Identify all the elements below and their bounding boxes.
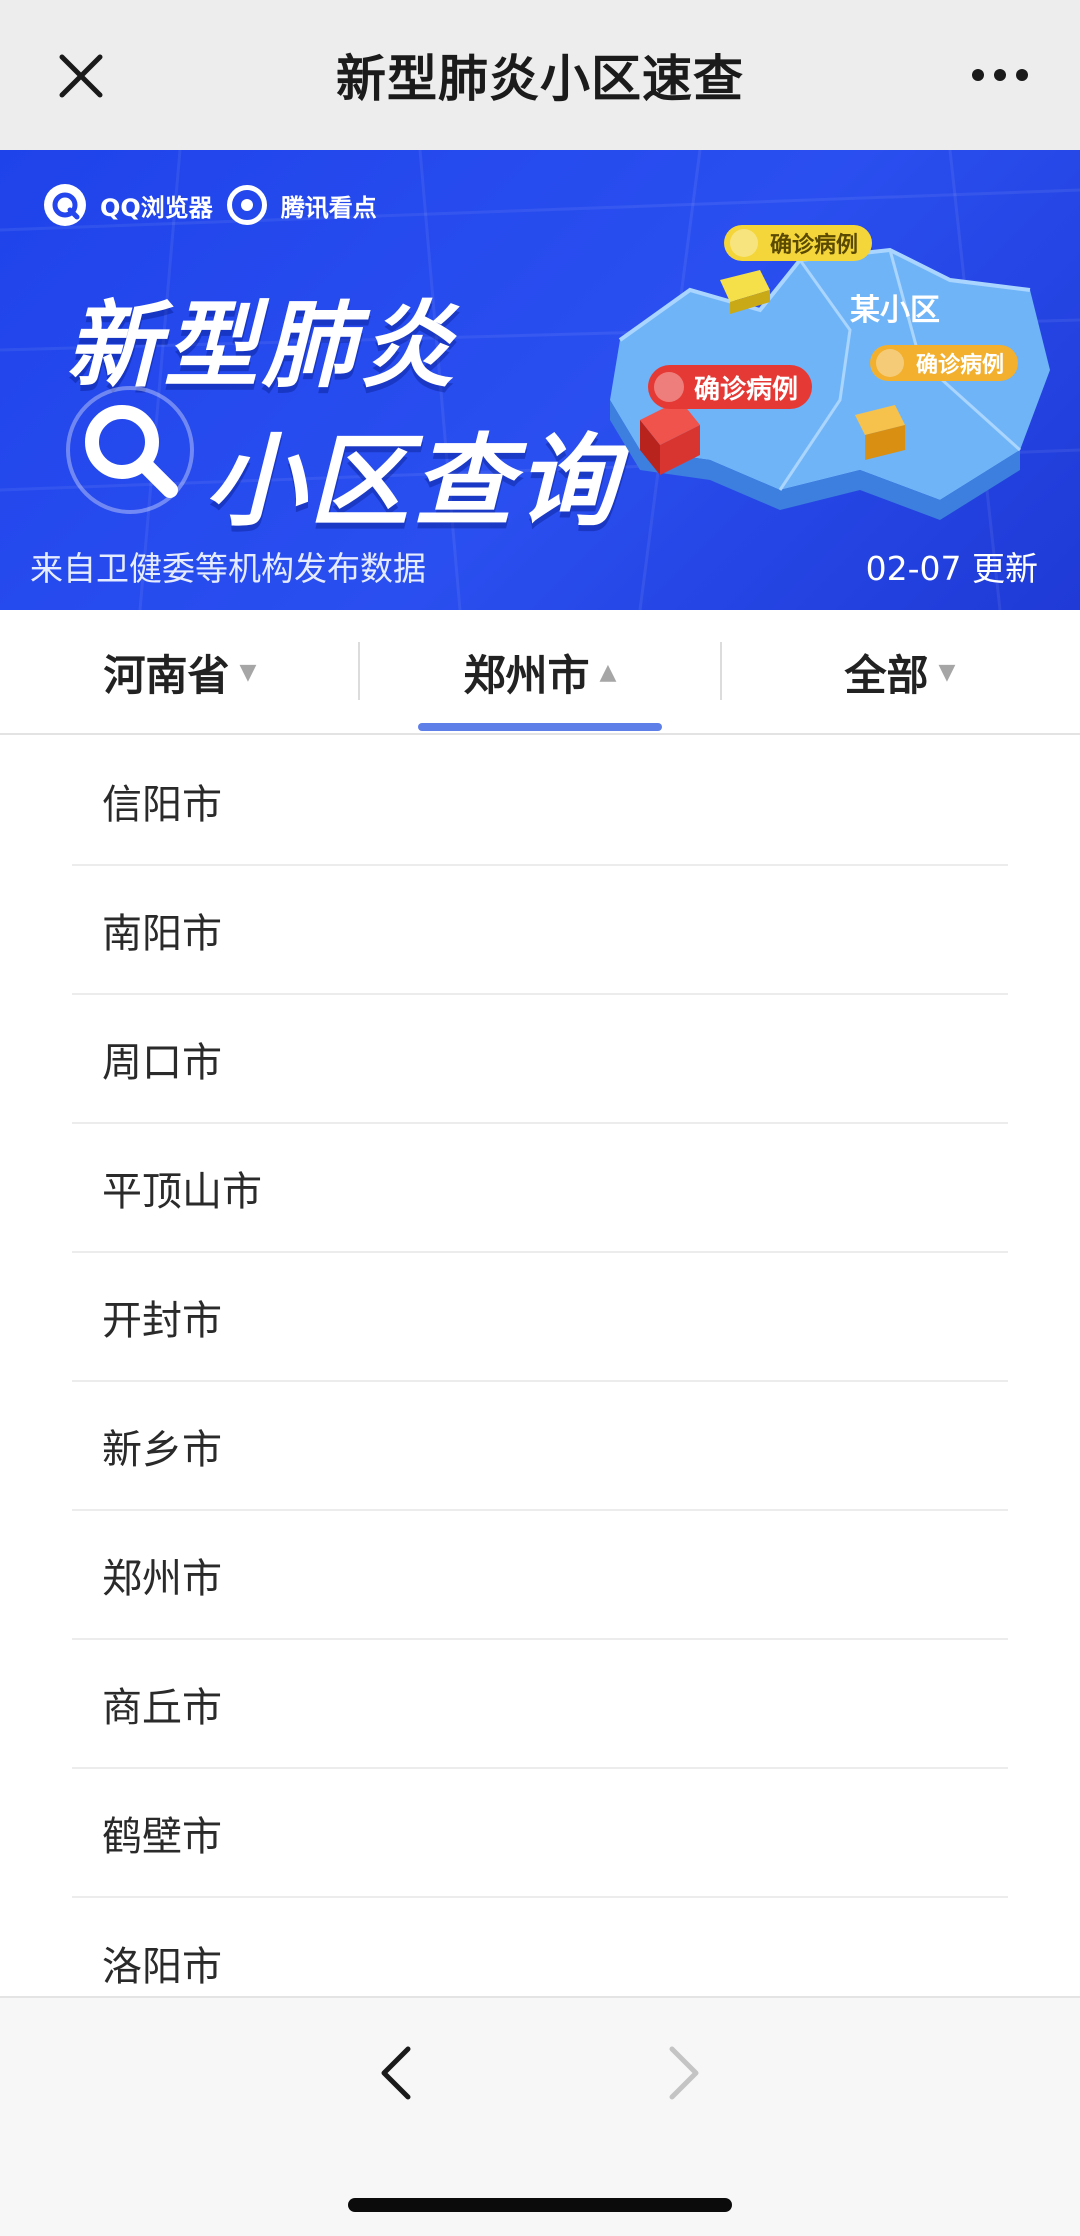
active-tab-indicator	[418, 723, 662, 731]
filter-district-label: 全部	[844, 651, 929, 700]
hero-banner[interactable]: QQ浏览器 腾讯看点 新型肺炎 小区查询 某小区 确诊病例 确诊病例 确诊病例 …	[0, 150, 1080, 610]
virus-icon	[876, 349, 904, 377]
banner-headline-2: 小区查询	[205, 423, 621, 540]
search-icon	[60, 380, 200, 524]
list-item[interactable]: 商丘市	[72, 1640, 1008, 1769]
kandian-logo-icon	[226, 185, 267, 225]
page: 新型肺炎小区速查 QQ浏览器 腾讯看点 新型肺炎 小区查询 某小区 确诊病例 确…	[0, 0, 1080, 2236]
banner-update-date: 02-07 更新	[865, 549, 1038, 588]
bottom-toolbar	[0, 1996, 1080, 2236]
chevron-left-icon[interactable]	[370, 2038, 420, 2108]
city-list: 信阳市 南阳市 周口市 平顶山市 开封市 新乡市 郑州市 商丘市 鹤壁市 洛阳市	[0, 737, 1080, 2027]
list-item[interactable]: 新乡市	[72, 1382, 1008, 1511]
qq-browser-logo-icon	[44, 184, 86, 226]
list-item[interactable]: 平顶山市	[72, 1124, 1008, 1253]
chevron-right-icon[interactable]	[660, 2038, 710, 2108]
list-item[interactable]: 信阳市	[72, 737, 1008, 866]
close-icon[interactable]	[50, 45, 112, 107]
top-navbar: 新型肺炎小区速查	[0, 0, 1080, 150]
tag-label: 确诊病例	[770, 233, 859, 258]
tag-label: 确诊病例	[916, 353, 1005, 378]
caret-up-icon: ▲	[599, 660, 617, 685]
banner-source-note: 来自卫健委等机构发布数据	[30, 549, 426, 588]
brand-qq-browser: QQ浏览器	[100, 193, 213, 222]
brand-row: QQ浏览器 腾讯看点	[44, 180, 377, 230]
list-item[interactable]: 周口市	[72, 995, 1008, 1124]
filter-district[interactable]: 全部 ▼	[720, 610, 1080, 735]
list-item[interactable]: 开封市	[72, 1253, 1008, 1382]
list-item[interactable]: 鹤壁市	[72, 1769, 1008, 1898]
brand-kandian: 腾讯看点	[280, 193, 377, 222]
filter-city-label: 郑州市	[463, 651, 590, 700]
caret-down-icon: ▼	[938, 660, 956, 685]
map-label-community: 某小区	[850, 293, 940, 328]
filter-province-label: 河南省	[103, 651, 230, 700]
list-item[interactable]: 郑州市	[72, 1511, 1008, 1640]
confirmed-tag-yellow: 确诊病例	[724, 225, 873, 261]
confirmed-tag-red: 确诊病例	[648, 365, 813, 409]
confirmed-tag-orange: 确诊病例	[870, 345, 1019, 381]
virus-icon	[654, 372, 684, 402]
filter-city[interactable]: 郑州市 ▲	[360, 610, 720, 735]
caret-down-icon: ▼	[239, 660, 257, 685]
page-title: 新型肺炎小区速查	[336, 50, 744, 108]
filter-bar: 河南省 ▼ 郑州市 ▲ 全部 ▼	[0, 610, 1080, 735]
more-icon[interactable]	[960, 55, 1040, 95]
home-indicator[interactable]	[348, 2198, 732, 2212]
virus-icon	[730, 229, 758, 257]
filter-province[interactable]: 河南省 ▼	[0, 610, 360, 735]
list-item[interactable]: 南阳市	[72, 866, 1008, 995]
tag-label: 确诊病例	[694, 374, 799, 405]
